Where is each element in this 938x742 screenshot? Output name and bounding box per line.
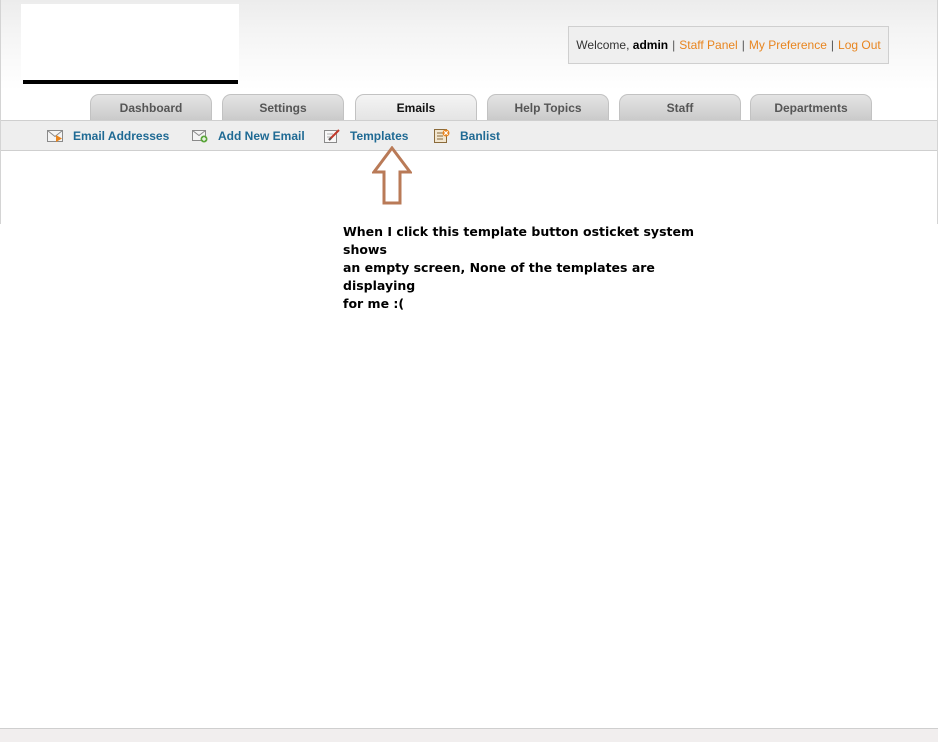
footer-bar bbox=[0, 728, 938, 742]
logo-area bbox=[21, 4, 239, 80]
subnav-banlist[interactable]: Banlist bbox=[434, 127, 500, 145]
main-tabs: Dashboard Settings Emails Help Topics St… bbox=[0, 94, 936, 120]
separator: | bbox=[830, 38, 835, 52]
staff-panel-link[interactable]: Staff Panel bbox=[679, 38, 738, 52]
annotation-line: an empty screen, None of the templates a… bbox=[343, 260, 655, 293]
banlist-icon bbox=[434, 129, 450, 143]
tab-departments[interactable]: Departments bbox=[750, 94, 872, 120]
tab-emails[interactable]: Emails bbox=[355, 94, 477, 120]
subnav-templates[interactable]: Templates bbox=[324, 127, 408, 145]
welcome-text: Welcome, bbox=[576, 38, 630, 52]
template-edit-icon bbox=[324, 129, 340, 143]
tab-settings[interactable]: Settings bbox=[222, 94, 344, 120]
email-add-icon bbox=[192, 129, 208, 143]
separator: | bbox=[672, 38, 676, 52]
subnav-label: Templates bbox=[350, 129, 409, 143]
tab-dashboard[interactable]: Dashboard bbox=[90, 94, 212, 120]
my-preference-link[interactable]: My Preference bbox=[749, 38, 827, 52]
subnav-label: Add New Email bbox=[218, 129, 305, 143]
annotation-line: When I click this template button ostick… bbox=[343, 224, 694, 257]
subnav-label: Email Addresses bbox=[73, 129, 170, 143]
tab-staff[interactable]: Staff bbox=[619, 94, 741, 120]
subnav-add-new-email[interactable]: Add New Email bbox=[192, 127, 305, 145]
username: admin bbox=[632, 38, 669, 52]
email-icon bbox=[47, 129, 63, 143]
sub-navigation: Email Addresses Add New Email Templates bbox=[1, 120, 937, 151]
up-arrow-icon bbox=[371, 145, 413, 211]
subnav-label: Banlist bbox=[460, 129, 501, 143]
welcome-bar: Welcome, admin | Staff Panel | My Prefer… bbox=[568, 26, 889, 64]
log-out-link[interactable]: Log Out bbox=[838, 38, 881, 52]
logo-underline bbox=[23, 80, 238, 84]
subnav-email-addresses[interactable]: Email Addresses bbox=[47, 127, 169, 145]
annotation-note: When I click this template button ostick… bbox=[343, 223, 703, 313]
separator: | bbox=[741, 38, 745, 52]
tab-help-topics[interactable]: Help Topics bbox=[487, 94, 609, 120]
annotation-line: for me :( bbox=[343, 296, 405, 311]
